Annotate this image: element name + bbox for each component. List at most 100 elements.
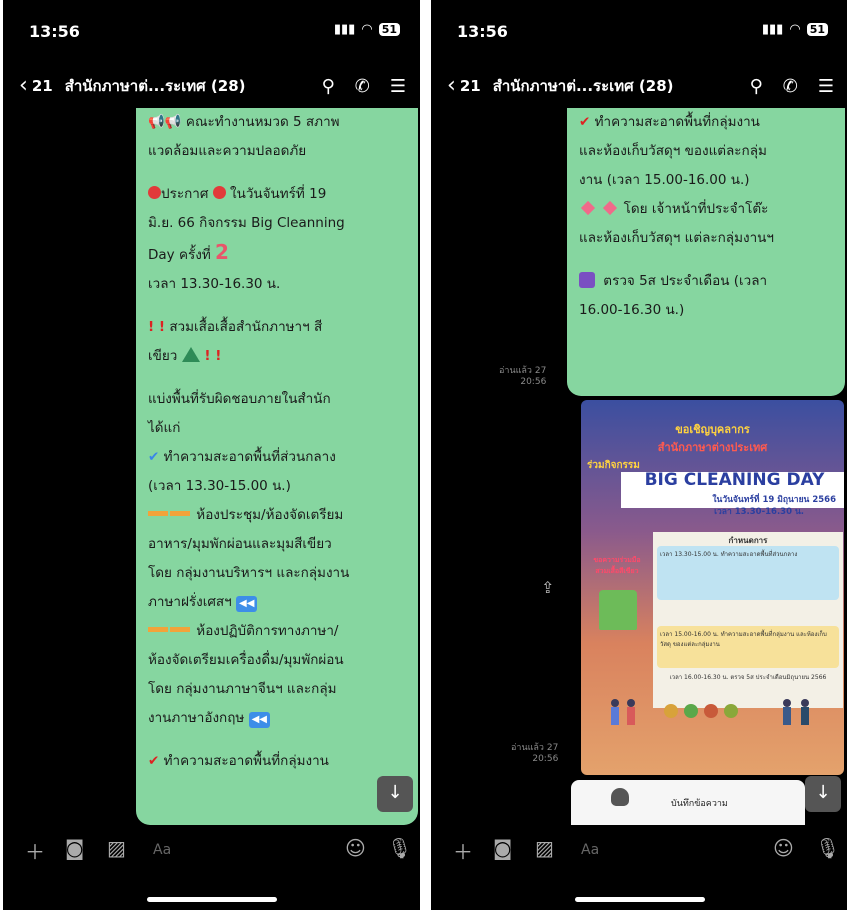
- menu-icon[interactable]: ☰: [390, 76, 406, 97]
- message-line: งาน (เวลา 15.00-16.00 น.): [579, 172, 750, 188]
- phone-icon[interactable]: ✆: [355, 76, 370, 97]
- emoji-icon[interactable]: ☺: [773, 836, 794, 860]
- chat-header: ‹ 21 สำนักภาษาต่...ระเทศ (28) ⚲ ✆ ☰: [431, 68, 847, 104]
- search-icon[interactable]: ⚲: [322, 76, 335, 97]
- microphone-icon[interactable]: 🎙: [815, 836, 840, 860]
- message-line: คณะทำงานหมวด 5 สภาพ: [185, 114, 340, 130]
- right-phone-screen: 13:56 ▮▮▮ ◠ 51 ‹ 21 สำนักภาษาต่...ระเทศ …: [431, 0, 847, 910]
- wifi-icon: ◠: [789, 22, 801, 37]
- share-icon[interactable]: ⇪: [541, 578, 554, 597]
- poster-time: เวลา 13.30-16.30 น.: [714, 507, 804, 517]
- search-icon[interactable]: ⚲: [750, 76, 763, 97]
- chat-title[interactable]: สำนักภาษาต่...ระเทศ (28): [65, 74, 246, 98]
- back-button[interactable]: ‹ 21: [19, 75, 53, 97]
- chevron-left-icon: ‹: [19, 73, 28, 98]
- message-bubble[interactable]: ✔ ทำความสะอาดพื้นที่กลุ่มงาน และห้องเก็บ…: [567, 108, 845, 396]
- poster-schedule-item: เวลา 15.00-16.00 น. ทำความสะอาดพื้นที่กล…: [657, 626, 839, 668]
- message-line: และห้องเก็บวัสดุฯ แต่ละกลุ่มงานฯ: [579, 230, 774, 246]
- rewind-icon: ◀◀: [248, 712, 270, 728]
- message-line: สวมเสื้อเสื้อสำนักภาษาฯ สี: [169, 319, 323, 335]
- message-line: ประกาศ: [161, 186, 209, 202]
- chat-header: ‹ 21 สำนักภาษาต่...ระเทศ (28) ⚲ ✆ ☰: [3, 68, 420, 104]
- chat-area[interactable]: 📢📢 คณะทำงานหมวด 5 สภาพ แวดล้อมและความปลอ…: [3, 108, 420, 825]
- message-line: แวดล้อมและความปลอดภัย: [148, 143, 307, 159]
- exclamation-icon: ! !: [199, 348, 222, 364]
- home-indicator: [574, 897, 705, 902]
- green-triangle-icon: [181, 347, 200, 362]
- signal-icon: ▮▮▮: [761, 22, 784, 37]
- message-line: ตรวจ 5ส ประจำเดือน (เวลา: [603, 273, 768, 289]
- signal-icon: ▮▮▮: [333, 22, 356, 37]
- message-time: 20:56: [532, 754, 559, 764]
- chat-title[interactable]: สำนักภาษาต่...ระเทศ (28): [493, 74, 674, 98]
- green-shirt-icon: [599, 590, 637, 630]
- plus-icon[interactable]: ＋: [25, 836, 45, 865]
- message-line: (เวลา 13.30-15.00 น.): [148, 478, 291, 494]
- pink-diamond-icon: [603, 200, 618, 216]
- message-line: ในวันจันทร์ที่ 19: [230, 186, 327, 202]
- poster-side-text: ขอความร่วมมือ สวมเสื้อสีเขียว: [593, 556, 641, 575]
- document-image[interactable]: บันทึกข้อความ: [571, 780, 805, 825]
- poster-text: ขอเชิญบุคลากร: [675, 423, 750, 436]
- poster-schedule-panel: กำหนดการ เวลา 13.30-15.00 น. ทำความสะอาด…: [653, 532, 843, 708]
- poster-title: BIG CLEANING DAY: [644, 470, 825, 490]
- left-phone-screen: 13:56 ▮▮▮ ◠ 51 ‹ 21 สำนักภาษาต่...ระเทศ …: [3, 0, 420, 910]
- purple-square-icon: [579, 272, 595, 288]
- emoji-icon[interactable]: ☺: [345, 836, 366, 860]
- status-icons: ▮▮▮ ◠ 51: [762, 22, 828, 37]
- status-time: 13:56: [29, 22, 80, 41]
- poster-schedule-item: เวลา 13.30-15.00 น. ทำความสะอาดพื้นที่ส่…: [657, 546, 839, 600]
- read-count: อ่านแล้ว 27: [511, 743, 559, 753]
- arrow-down-icon: ↓: [387, 782, 403, 803]
- camera-icon[interactable]: ◙: [65, 836, 84, 860]
- message-line: ห้องปฏิบัติการทางภาษา/: [196, 623, 339, 639]
- message-line: Day ครั้งที่: [148, 247, 211, 263]
- scroll-down-button[interactable]: ↓: [377, 776, 413, 812]
- orange-dash-icon: [148, 627, 168, 632]
- message-line: ห้องประชุม/ห้องจัดเตรียม: [196, 507, 344, 523]
- read-count: อ่านแล้ว 27: [499, 366, 547, 376]
- status-bar: 13:56 ▮▮▮ ◠ 51: [3, 18, 420, 48]
- poster-image[interactable]: ขอเชิญบุคลากร สำนักภาษาต่างประเทศ ร่วมกิ…: [581, 400, 844, 775]
- message-line: ห้องจัดเตรียมเครื่องดื่ม/มุมพักผ่อน: [148, 652, 344, 668]
- message-input[interactable]: Aa: [153, 842, 171, 858]
- red-check-icon: ✔: [579, 114, 591, 130]
- message-line: งานภาษาอังกฤษ: [148, 710, 245, 726]
- message-line: ภาษาฝรั่งเศสฯ: [148, 594, 232, 610]
- poster-text: สำนักภาษาต่างประเทศ: [657, 441, 768, 454]
- emblem-icon: [611, 788, 629, 806]
- red-circle-icon: [212, 186, 226, 199]
- back-count: 21: [459, 77, 481, 95]
- message-line: โดย กลุ่มงานภาษาจีนฯ และกลุ่ม: [148, 681, 337, 697]
- read-receipt: อ่านแล้ว 27 20:56: [511, 743, 558, 765]
- image-icon[interactable]: ▨: [107, 836, 126, 860]
- message-line: ทำความสะอาดพื้นที่กลุ่มงาน: [163, 753, 329, 769]
- image-icon[interactable]: ▨: [535, 836, 554, 860]
- scroll-down-button[interactable]: ↓: [805, 776, 841, 812]
- message-line: ทำความสะอาดพื้นที่กลุ่มงาน: [594, 114, 760, 130]
- menu-icon[interactable]: ☰: [818, 76, 834, 97]
- camera-icon[interactable]: ◙: [493, 836, 512, 860]
- message-line: ได้แก่: [148, 420, 181, 436]
- exclamation-icon: ! !: [148, 319, 166, 335]
- message-line: โดย กลุ่มงานบริหารฯ และกลุ่มงาน: [148, 565, 350, 581]
- orange-dash-icon: [170, 627, 190, 632]
- phone-icon[interactable]: ✆: [783, 76, 798, 97]
- chevron-left-icon: ‹: [447, 73, 456, 98]
- orange-dash-icon: [170, 511, 190, 516]
- chat-area[interactable]: ✔ ทำความสะอาดพื้นที่กลุ่มงาน และห้องเก็บ…: [431, 108, 847, 825]
- red-circle-icon: [148, 186, 161, 199]
- plus-icon[interactable]: ＋: [453, 836, 473, 865]
- message-input[interactable]: Aa: [581, 842, 599, 858]
- wifi-icon: ◠: [361, 22, 373, 37]
- message-line: ทำความสะอาดพื้นที่ส่วนกลาง: [163, 449, 336, 465]
- back-button[interactable]: ‹ 21: [447, 75, 481, 97]
- microphone-icon[interactable]: 🎙: [387, 836, 412, 860]
- document-title: บันทึกข้อความ: [671, 799, 728, 809]
- poster-schedule-item: เวลา 16.00-16.30 น. ตรวจ 5ส ประจำเดือนมิ…: [669, 674, 827, 681]
- message-line: มิ.ย. 66 กิจกรรม Big Cleanning: [148, 215, 345, 231]
- message-time: 20:56: [520, 377, 547, 387]
- orange-dash-icon: [148, 511, 168, 516]
- message-line: โดย เจ้าหน้าที่ประจำโต๊ะ: [623, 201, 769, 217]
- message-bubble[interactable]: 📢📢 คณะทำงานหมวด 5 สภาพ แวดล้อมและความปลอ…: [136, 108, 418, 825]
